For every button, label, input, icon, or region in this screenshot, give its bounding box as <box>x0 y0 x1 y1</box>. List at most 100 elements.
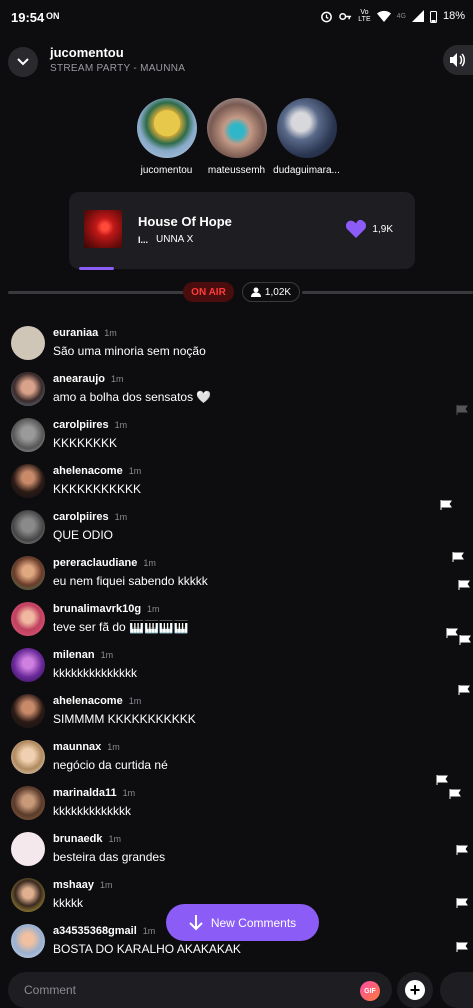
volte-icon: Vo LTE <box>358 9 370 23</box>
on-air-badge: ON AIR <box>183 282 234 302</box>
participants: jucomentou mateussemh dudaguimara... <box>0 98 473 180</box>
comment-text: BOSTA DO KARALHO AKAKAKAK <box>53 942 241 956</box>
participant[interactable]: mateussemh <box>206 98 268 180</box>
comment-time: 1m <box>110 374 124 384</box>
comment-user[interactable]: brunalimavrk10g 1m <box>53 603 160 615</box>
key-icon <box>339 12 352 20</box>
comment-user[interactable]: ahelenacome 1m <box>53 695 141 707</box>
gif-button[interactable]: GIF <box>360 981 380 1001</box>
comment-user[interactable]: maunnax 1m <box>53 741 120 753</box>
comment-username: carolpiires <box>53 511 109 523</box>
comment-time: 1m <box>107 742 120 752</box>
heart-icon <box>346 220 367 238</box>
flag-icon <box>446 628 458 638</box>
comment-username: euraniaa <box>53 327 99 339</box>
comment-text: kkkkkkkkkkkkkk <box>53 666 137 680</box>
participant[interactable]: dudaguimara... <box>273 98 340 180</box>
network-type: 4G <box>396 12 406 20</box>
comment-time: 1m <box>147 604 160 614</box>
more-button[interactable] <box>440 972 473 1008</box>
avatar <box>11 372 45 406</box>
comment-username: brunalimavrk10g <box>53 603 142 615</box>
comment-user[interactable]: milenan 1m <box>53 649 113 661</box>
comment-user[interactable]: brunaedk 1m <box>53 833 121 845</box>
volume-icon <box>450 53 465 67</box>
comment-username: ahelenacome <box>53 465 123 477</box>
avatar <box>11 418 45 452</box>
comment-user[interactable]: euraniaa 1m <box>53 327 117 339</box>
comment-text: amo a bolha dos sensatos 🤍 <box>53 390 212 404</box>
volte-label: Vo <box>360 9 369 16</box>
flag-icon <box>456 405 468 415</box>
comment-item: brunaedk 1m besteira das grandes <box>0 829 473 875</box>
participant[interactable]: jucomentou <box>136 98 198 180</box>
comment-list[interactable]: euraniaa 1m São uma minoria sem noção ane… <box>0 323 473 967</box>
comment-text: teve ser fã do 🎹🎹🎹🎹 <box>53 620 189 634</box>
avatar <box>206 98 267 158</box>
flag-icon <box>440 500 452 510</box>
comment-user[interactable]: ahelenacome 1m <box>53 465 141 477</box>
avatar <box>11 740 45 774</box>
avatar <box>11 556 45 590</box>
comment-item: milenan 1m kkkkkkkkkkkkkk <box>0 645 473 691</box>
header: jucomentou STREAM PARTY - MAUNNA <box>0 34 473 90</box>
like-button[interactable]: 1,9K <box>346 220 393 238</box>
avatar <box>136 98 197 158</box>
flag-icon <box>449 789 461 799</box>
flag-icon <box>459 635 471 645</box>
album-art <box>84 210 122 248</box>
new-comments-button[interactable]: New Comments <box>166 904 319 941</box>
comment-user[interactable]: carolpiires 1m <box>53 419 127 431</box>
comment-time: 1m <box>100 650 114 660</box>
comment-user[interactable]: carolpiires 1m <box>53 511 127 523</box>
divider <box>8 291 188 294</box>
flag-icon <box>456 898 468 908</box>
comment-username: ahelenacome <box>53 695 123 707</box>
comment-time: 1m <box>122 788 136 798</box>
arrow-down-icon <box>189 914 203 930</box>
chevron-down-icon <box>17 58 29 66</box>
comment-time: 1m <box>114 420 128 430</box>
comment-user[interactable]: pereraclaudiane 1m <box>53 557 156 569</box>
now-playing-card[interactable]: House Of Hope I... UNNA X 1,9K <box>69 192 415 270</box>
flag-icon <box>458 580 470 590</box>
comment-time: 1m <box>128 466 142 476</box>
comment-item: carolpiires 1m QUE ODIO <box>0 507 473 553</box>
comment-item: ahelenacome 1m SIMMMM KKKKKKKKKKK <box>0 691 473 737</box>
collapse-button[interactable] <box>8 47 38 77</box>
comment-item: anearaujo 1m amo a bolha dos sensatos 🤍 <box>0 369 473 415</box>
divider <box>302 291 473 294</box>
avatar <box>11 786 45 820</box>
comment-item: pereraclaudiane 1m eu nem fiquei sabendo … <box>0 553 473 599</box>
comment-user[interactable]: a34535368gmail 1m <box>53 925 155 937</box>
person-icon <box>250 287 261 297</box>
party-name: STREAM PARTY - MAUNNA <box>50 63 186 74</box>
comment-username: brunaedk <box>53 833 103 845</box>
comment-text: eu nem fiquei sabendo kkkkk <box>53 574 208 588</box>
comment-time: 1m <box>128 696 142 706</box>
participant-name: dudaguimara... <box>273 165 340 176</box>
comment-time: 1m <box>104 328 117 338</box>
comment-item: maunnax 1m negócio da curtida né <box>0 737 473 783</box>
plus-icon: + <box>405 980 425 1000</box>
wifi-icon <box>376 10 391 22</box>
flag-icon <box>456 942 468 952</box>
battery-icon <box>429 10 437 23</box>
comment-user[interactable]: marinalda11 1m <box>53 787 135 799</box>
comment-time: 1m <box>99 880 113 890</box>
comment-user[interactable]: anearaujo 1m <box>53 373 123 385</box>
avatar <box>11 326 45 360</box>
listener-count[interactable]: 1,02K <box>242 282 300 302</box>
add-button[interactable]: + <box>397 972 433 1008</box>
volume-button[interactable] <box>443 45 473 75</box>
comment-input[interactable]: Comment GIF <box>8 972 392 1008</box>
comment-text: SIMMMM KKKKKKKKKKK <box>53 712 196 726</box>
comment-user[interactable]: mshaay 1m <box>53 879 113 891</box>
comment-time: 1m <box>114 512 128 522</box>
alarm-icon <box>321 11 333 22</box>
avatar <box>276 98 337 158</box>
participant-name: mateussemh <box>207 165 266 176</box>
avatar <box>11 602 45 636</box>
comment-username: milenan <box>53 649 95 661</box>
comment-text: QUE ODIO <box>53 528 114 542</box>
